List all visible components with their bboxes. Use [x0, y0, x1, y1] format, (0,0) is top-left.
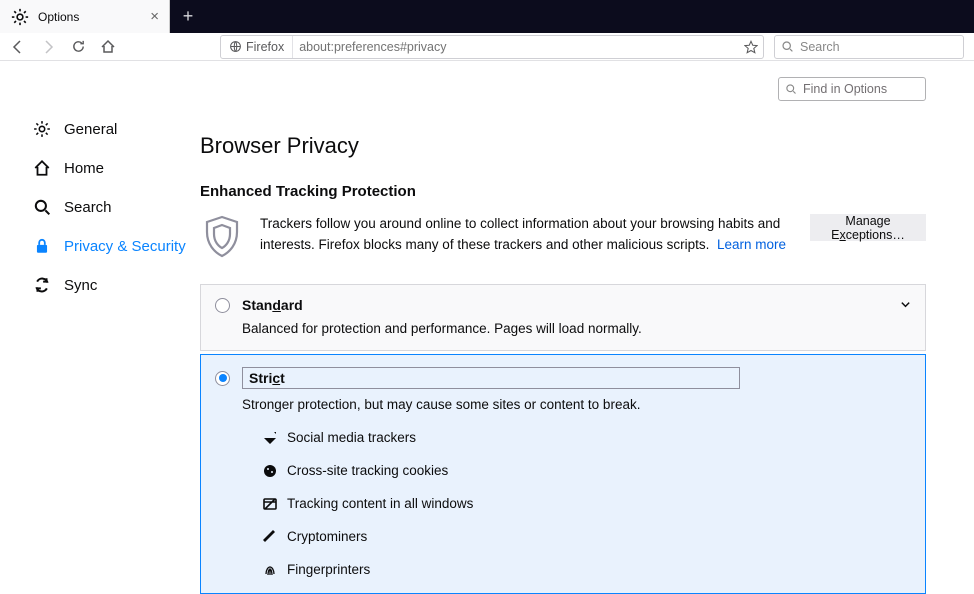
preferences-sidebar: General Home Search Privacy & Security S…: [0, 61, 200, 547]
cookie-icon: [263, 464, 277, 478]
sidebar-item-sync[interactable]: Sync: [0, 265, 200, 304]
gear-icon: [32, 119, 52, 139]
reload-button[interactable]: [64, 35, 92, 59]
sidebar-item-label: Privacy & Security: [64, 238, 186, 255]
back-button[interactable]: [4, 35, 32, 59]
browser-tab[interactable]: Options ×: [0, 0, 170, 33]
search-placeholder: Search: [800, 40, 840, 54]
learn-more-link[interactable]: Learn more: [717, 237, 786, 252]
firefox-icon: [229, 40, 242, 53]
list-item: Tracking content in all windows: [263, 496, 907, 511]
strict-block-list: Social media trackers Cross-site trackin…: [263, 430, 907, 577]
list-item: Fingerprinters: [263, 562, 907, 577]
sidebar-item-label: Home: [64, 160, 104, 177]
find-placeholder: Find in Options: [803, 82, 887, 96]
option-label: Standard: [242, 297, 303, 313]
etp-description: Trackers follow you around online to col…: [260, 214, 794, 264]
page-title: Browser Privacy: [200, 133, 926, 159]
sidebar-item-general[interactable]: General: [0, 109, 200, 148]
identity-box[interactable]: Firefox: [221, 36, 293, 58]
manage-exceptions-button[interactable]: Manage Exceptions…: [810, 214, 926, 241]
search-bar[interactable]: Search: [774, 35, 964, 59]
radio-standard[interactable]: [215, 298, 230, 313]
preferences-content: Find in Options Browser Privacy Enhanced…: [200, 61, 974, 547]
search-icon: [781, 40, 794, 53]
sidebar-item-label: General: [64, 121, 117, 138]
cryptominer-icon: [263, 530, 277, 544]
etp-block: Trackers follow you around online to col…: [200, 214, 926, 264]
browser-toolbar: Firefox about:preferences#privacy Search: [0, 33, 974, 61]
list-item: Cryptominers: [263, 529, 907, 544]
search-icon: [785, 83, 797, 95]
option-desc: Balanced for protection and performance.…: [242, 321, 907, 336]
list-item: Social media trackers: [263, 430, 907, 445]
sidebar-item-search[interactable]: Search: [0, 187, 200, 226]
identity-label: Firefox: [246, 40, 284, 54]
option-desc: Stronger protection, but may cause some …: [242, 397, 907, 412]
list-item: Cross-site tracking cookies: [263, 463, 907, 478]
home-button[interactable]: [94, 35, 122, 59]
etp-option-standard[interactable]: Standard Balanced for protection and per…: [200, 284, 926, 351]
lock-icon: [32, 236, 52, 256]
radio-strict[interactable]: [215, 371, 230, 386]
preferences-page: General Home Search Privacy & Security S…: [0, 61, 974, 547]
new-tab-button[interactable]: +: [170, 0, 206, 33]
sidebar-item-label: Sync: [64, 277, 97, 294]
gear-icon: [10, 7, 30, 27]
window-icon: [263, 497, 277, 511]
browser-tabstrip: Options × +: [0, 0, 974, 33]
option-label: Strict: [242, 367, 740, 389]
sidebar-item-home[interactable]: Home: [0, 148, 200, 187]
home-icon: [32, 158, 52, 178]
find-in-options[interactable]: Find in Options: [778, 77, 926, 101]
shield-icon: [200, 214, 244, 264]
url-bar[interactable]: Firefox about:preferences#privacy: [220, 35, 764, 59]
etp-heading: Enhanced Tracking Protection: [200, 183, 926, 200]
sidebar-item-label: Search: [64, 199, 112, 216]
search-icon: [32, 197, 52, 217]
close-icon[interactable]: ×: [150, 9, 159, 24]
url-text: about:preferences#privacy: [293, 40, 739, 54]
bookmark-star-icon[interactable]: [739, 40, 763, 54]
sidebar-item-privacy[interactable]: Privacy & Security: [0, 226, 200, 265]
chevron-down-icon[interactable]: [900, 299, 911, 310]
tab-title: Options: [38, 10, 79, 24]
etp-option-strict[interactable]: Strict Stronger protection, but may caus…: [200, 354, 926, 594]
forward-button[interactable]: [34, 35, 62, 59]
fingerprint-icon: [263, 563, 277, 577]
social-icon: [263, 431, 277, 445]
sync-icon: [32, 275, 52, 295]
